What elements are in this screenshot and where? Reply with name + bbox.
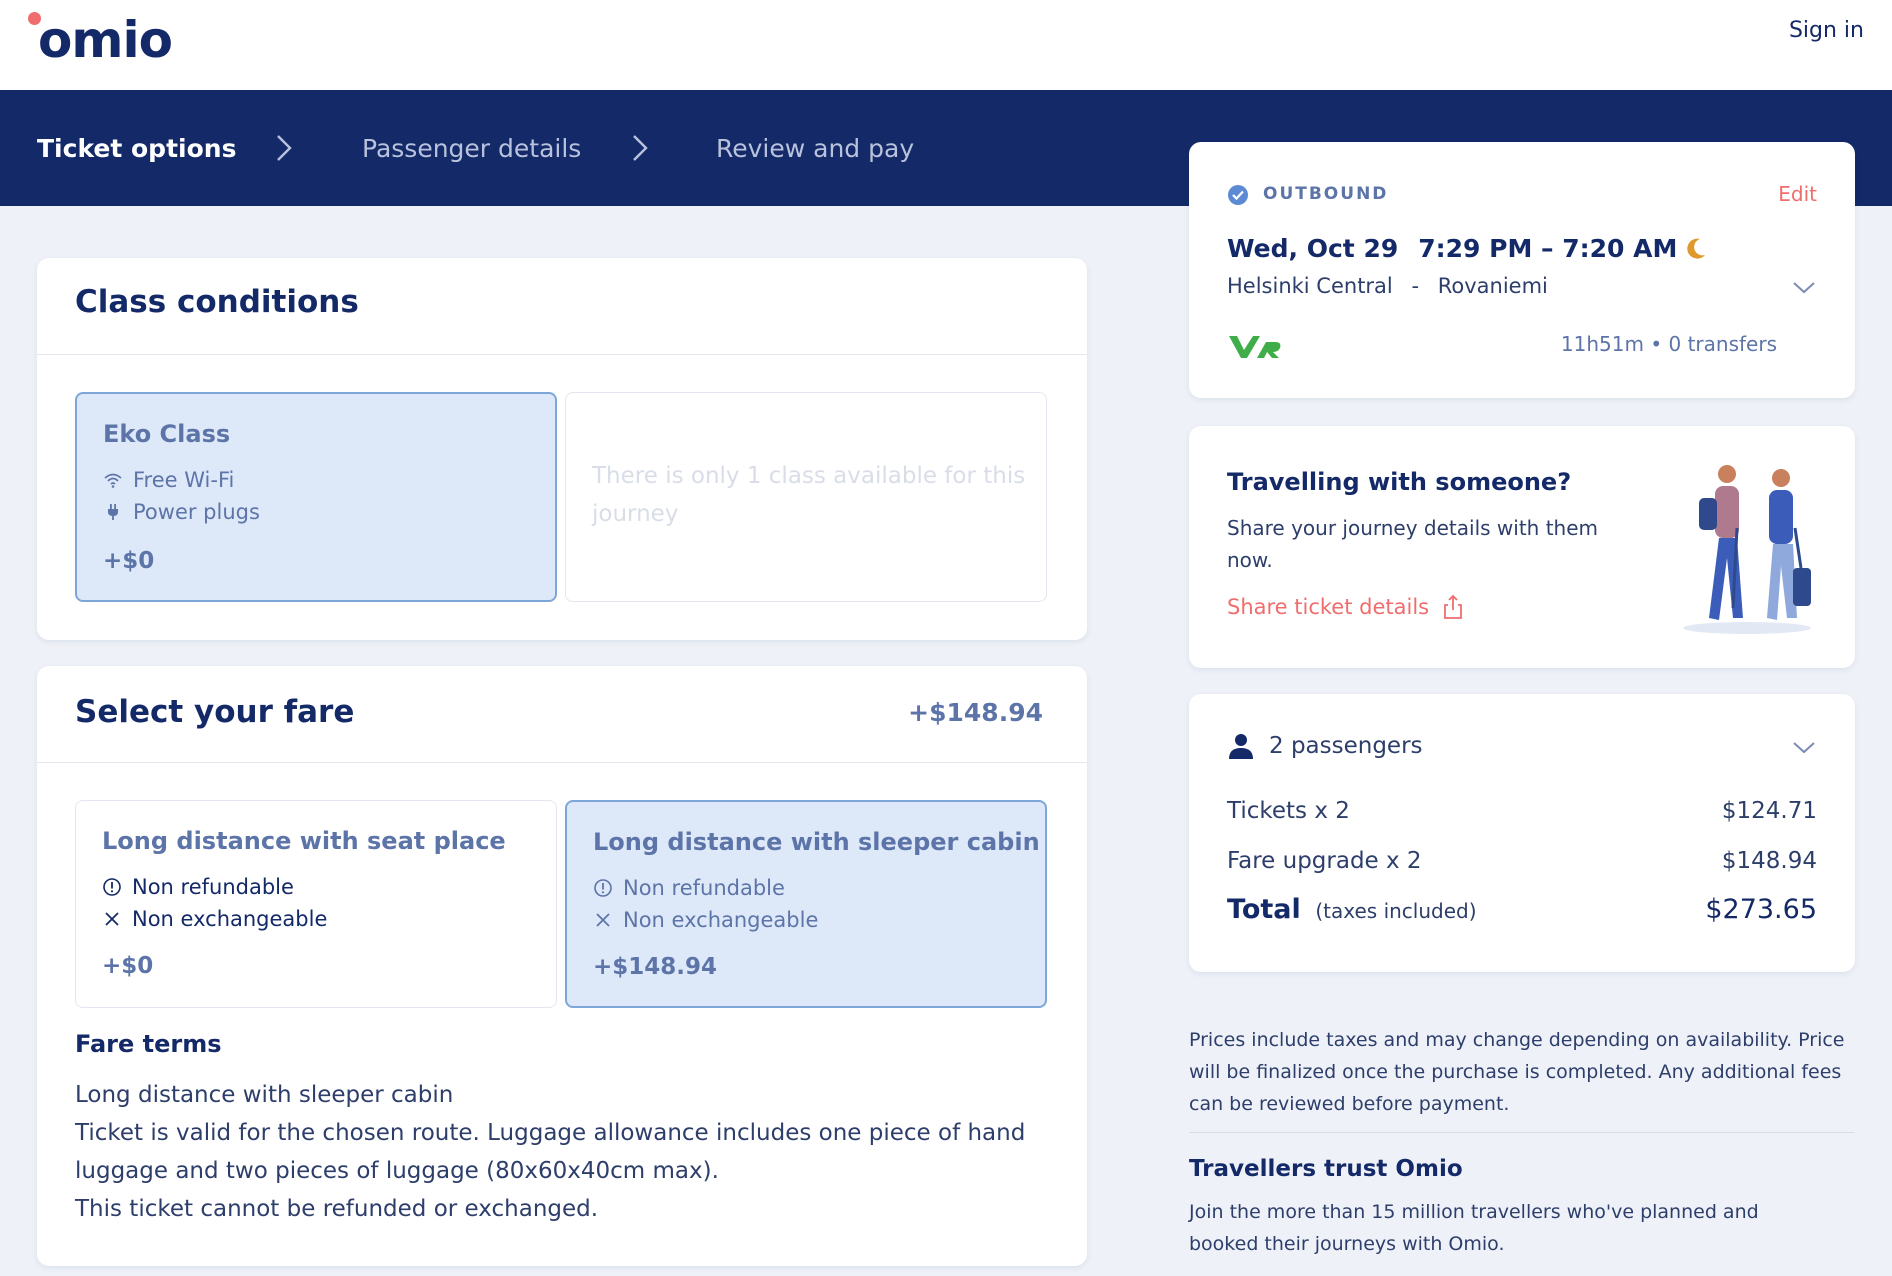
passengers-label: 2 passengers [1269, 733, 1423, 759]
travellers-illustration [1683, 465, 1811, 634]
share-journey-card: Travelling with someone? Share your jour… [1189, 426, 1855, 668]
passengers-count[interactable]: 2 passengers [1227, 732, 1423, 760]
total-value: $273.65 [1705, 894, 1817, 925]
condition-label: Non refundable [623, 876, 785, 900]
info-circle-icon [103, 878, 121, 896]
fare-terms-title: Fare terms [75, 1030, 222, 1058]
step-ticket-options[interactable]: Ticket options [37, 134, 236, 163]
trust-body: Join the more than 15 million travellers… [1189, 1201, 1759, 1255]
route-separator: - [1411, 274, 1420, 298]
fare-condition: Non refundable [593, 876, 785, 900]
condition-label: Non exchangeable [132, 907, 328, 931]
x-icon [105, 912, 119, 926]
trip-duration: 11h51m [1560, 332, 1644, 356]
unavailable-class-text: There is only 1 class available for this… [592, 463, 1026, 527]
class-name: Eko Class [103, 420, 231, 448]
trip-times: 7:29 PM – 7:20 AM [1418, 234, 1678, 263]
fare-option-price: +$0 [102, 953, 154, 979]
fare-header-price: +$148.94 [908, 698, 1043, 727]
price-row-value: $148.94 [1721, 848, 1817, 874]
price-row-label: Fare upgrade x 2 [1227, 848, 1422, 874]
trip-meta: 11h51m • 0 transfers [1561, 332, 1777, 356]
total-note: (taxes included) [1315, 899, 1477, 923]
logo-text: omio [38, 11, 173, 69]
class-conditions-title: Class conditions [75, 284, 359, 320]
plug-icon [108, 504, 118, 520]
chevron-right-icon [277, 135, 292, 161]
meta-dot: • [1650, 332, 1663, 356]
price-row-label: Tickets x 2 [1227, 798, 1350, 824]
fare-option-name: Long distance with seat place [102, 827, 506, 855]
price-row-tickets: Tickets x 2 $124.71 [1227, 798, 1817, 824]
fare-option-price: +$148.94 [593, 954, 718, 980]
condition-label: Non exchangeable [623, 908, 819, 932]
moon-icon [1687, 238, 1706, 259]
wifi-icon [104, 473, 122, 488]
step-review-and-pay[interactable]: Review and pay [716, 134, 914, 163]
info-divider [1189, 1132, 1854, 1133]
select-fare-title: Select your fare [75, 694, 355, 730]
class-price: +$0 [103, 548, 155, 574]
class-feature-power: Power plugs [103, 500, 260, 524]
condition-label: Non refundable [132, 875, 294, 899]
x-icon [596, 913, 610, 927]
total-label: Total [1227, 894, 1301, 925]
class-option-unavailable: There is only 1 class available for this… [565, 392, 1047, 602]
vr-logo [1229, 336, 1281, 358]
top-header: omio Sign in [0, 0, 1892, 90]
outbound-journey-card: OUTBOUND Edit Wed, Oct 29 7:29 PM – 7:20… [1189, 142, 1855, 398]
trip-datetime: Wed, Oct 29 7:29 PM – 7:20 AM [1227, 234, 1707, 263]
fare-option-seat-place[interactable]: Long distance with seat place Non refund… [75, 800, 557, 1008]
trip-route: Helsinki Central - Rovaniemi [1227, 274, 1548, 298]
person-icon [1229, 734, 1253, 759]
share-ticket-details-link[interactable]: Share ticket details [1227, 594, 1463, 620]
trip-transfers: 0 transfers [1668, 332, 1778, 356]
chevron-down-icon[interactable] [1791, 740, 1817, 756]
card-divider [37, 354, 1087, 355]
price-row-total: Total (taxes included) $273.65 [1227, 894, 1817, 925]
fare-condition: Non refundable [102, 875, 294, 899]
class-option-eko[interactable]: Eko Class Free Wi-Fi Power plugs +$0 [75, 392, 557, 602]
fare-condition: Non exchangeable [102, 907, 327, 931]
feature-label: Power plugs [133, 500, 260, 524]
info-circle-icon [594, 879, 612, 897]
class-conditions-card: Class conditions Eko Class Free Wi-Fi Po… [37, 258, 1087, 640]
price-summary-card: 2 passengers Tickets x 2 $124.71 Fare up… [1189, 694, 1855, 972]
card-divider [37, 762, 1087, 763]
fare-condition: Non exchangeable [593, 908, 818, 932]
logo-dot [28, 12, 41, 25]
fare-option-sleeper-cabin[interactable]: Long distance with sleeper cabin Non ref… [565, 800, 1047, 1008]
chevron-down-icon[interactable] [1791, 280, 1817, 296]
chevron-right-icon [633, 135, 648, 161]
step-passenger-details[interactable]: Passenger details [362, 134, 581, 163]
share-body: Share your journey details with them now… [1227, 516, 1598, 572]
omio-logo[interactable]: omio [28, 10, 173, 70]
price-row-value: $124.71 [1721, 798, 1817, 824]
share-link-label: Share ticket details [1227, 595, 1430, 619]
fare-terms-body: Long distance with sleeper cabin Ticket … [75, 1076, 1035, 1228]
trip-destination: Rovaniemi [1437, 274, 1548, 298]
select-fare-card: Select your fare +$148.94 Long distance … [37, 666, 1087, 1266]
trust-title: Travellers trust Omio [1189, 1156, 1463, 1182]
edit-journey-link[interactable]: Edit [1778, 182, 1817, 206]
trip-date: Wed, Oct 29 [1227, 234, 1399, 263]
feature-label: Free Wi-Fi [133, 468, 235, 492]
outbound-label: OUTBOUND [1263, 184, 1389, 204]
fare-terms-line: This ticket cannot be refunded or exchan… [75, 1196, 599, 1222]
share-icon [1444, 594, 1463, 619]
fare-terms-line: Long distance with sleeper cabin [75, 1082, 454, 1108]
prices-note: Prices include taxes and may change depe… [1189, 1029, 1845, 1115]
fare-terms-line: Ticket is valid for the chosen route. Lu… [75, 1120, 1026, 1184]
sign-in-link[interactable]: Sign in [1789, 18, 1864, 43]
check-circle-icon [1228, 185, 1248, 205]
price-row-fare-upgrade: Fare upgrade x 2 $148.94 [1227, 848, 1817, 874]
fare-option-name: Long distance with sleeper cabin [593, 828, 1040, 856]
trip-origin: Helsinki Central [1227, 274, 1393, 298]
share-title: Travelling with someone? [1227, 468, 1572, 496]
class-feature-wifi: Free Wi-Fi [103, 468, 234, 492]
